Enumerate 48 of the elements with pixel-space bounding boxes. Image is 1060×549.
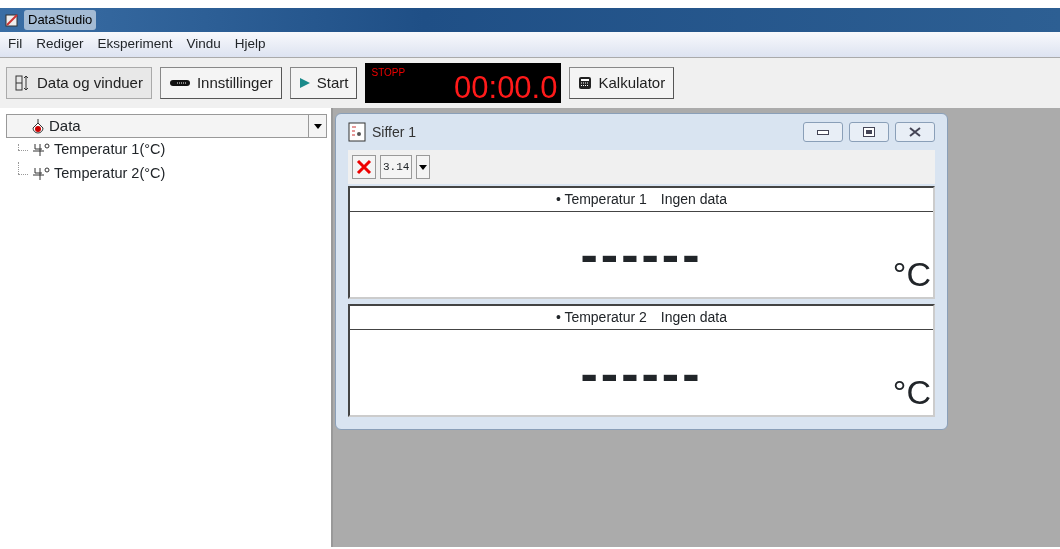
toolbar-button[interactable]: Data og vinduer [6,67,152,99]
panel-header: Data [49,115,81,136]
connector-icon [168,79,191,87]
minimize-icon [817,129,829,135]
panel-icon [15,74,31,92]
menu-item[interactable]: Rediger [36,34,84,55]
data-selector[interactable]: Data [6,114,327,138]
close-button[interactable] [895,122,935,142]
menu-item[interactable]: Eksperiment [97,34,173,55]
data-status: Ingen data [660,308,728,328]
reading-value: ------ [580,228,703,281]
thermometer-icon [32,167,50,181]
unit-label: °C [892,375,931,409]
timer-time: 00:00.0 [454,72,558,103]
data-status: Ingen data [660,190,728,209]
maximize-button[interactable] [849,122,889,142]
reading-value: ------ [580,346,703,399]
toolbar-button[interactable]: Start [289,67,358,99]
unit-label: °C [892,256,931,291]
dropdown-button[interactable] [416,155,431,179]
window-title: Siffer 1 [372,122,417,142]
delete-button[interactable] [352,155,376,179]
menu-item[interactable]: Vindu [186,34,221,55]
number-format-button[interactable]: 3.14 [380,155,413,179]
bullet: • [555,190,561,209]
tree-item[interactable]: Temperatur 2(°C) [54,163,166,185]
sensor-icon [31,118,45,134]
close-icon [909,127,921,137]
calculator-icon [578,76,593,90]
delete-icon [355,158,373,176]
calculator-button[interactable]: Kalkulator [569,67,675,99]
app-icon [4,12,20,28]
timer-state: STOPP [371,66,406,80]
maximize-icon [863,127,875,137]
tree-item[interactable]: Temperatur 1(°C) [54,139,166,161]
menu-item[interactable]: Fil [8,34,23,55]
sensor-name: Temperatur 2 [564,308,647,328]
toolbar-button[interactable]: Innstillinger [159,67,282,99]
document-icon [348,122,366,142]
thermometer-icon [32,143,50,157]
window-title: DataStudio [24,10,97,30]
menu-item[interactable]: Hjelp [234,34,266,55]
minimize-button[interactable] [803,122,843,142]
bullet: • [555,308,561,328]
caret-icon [419,164,428,170]
sensor-name: Temperatur 1 [564,190,647,209]
caret-icon [313,123,322,129]
play-icon [298,77,311,89]
